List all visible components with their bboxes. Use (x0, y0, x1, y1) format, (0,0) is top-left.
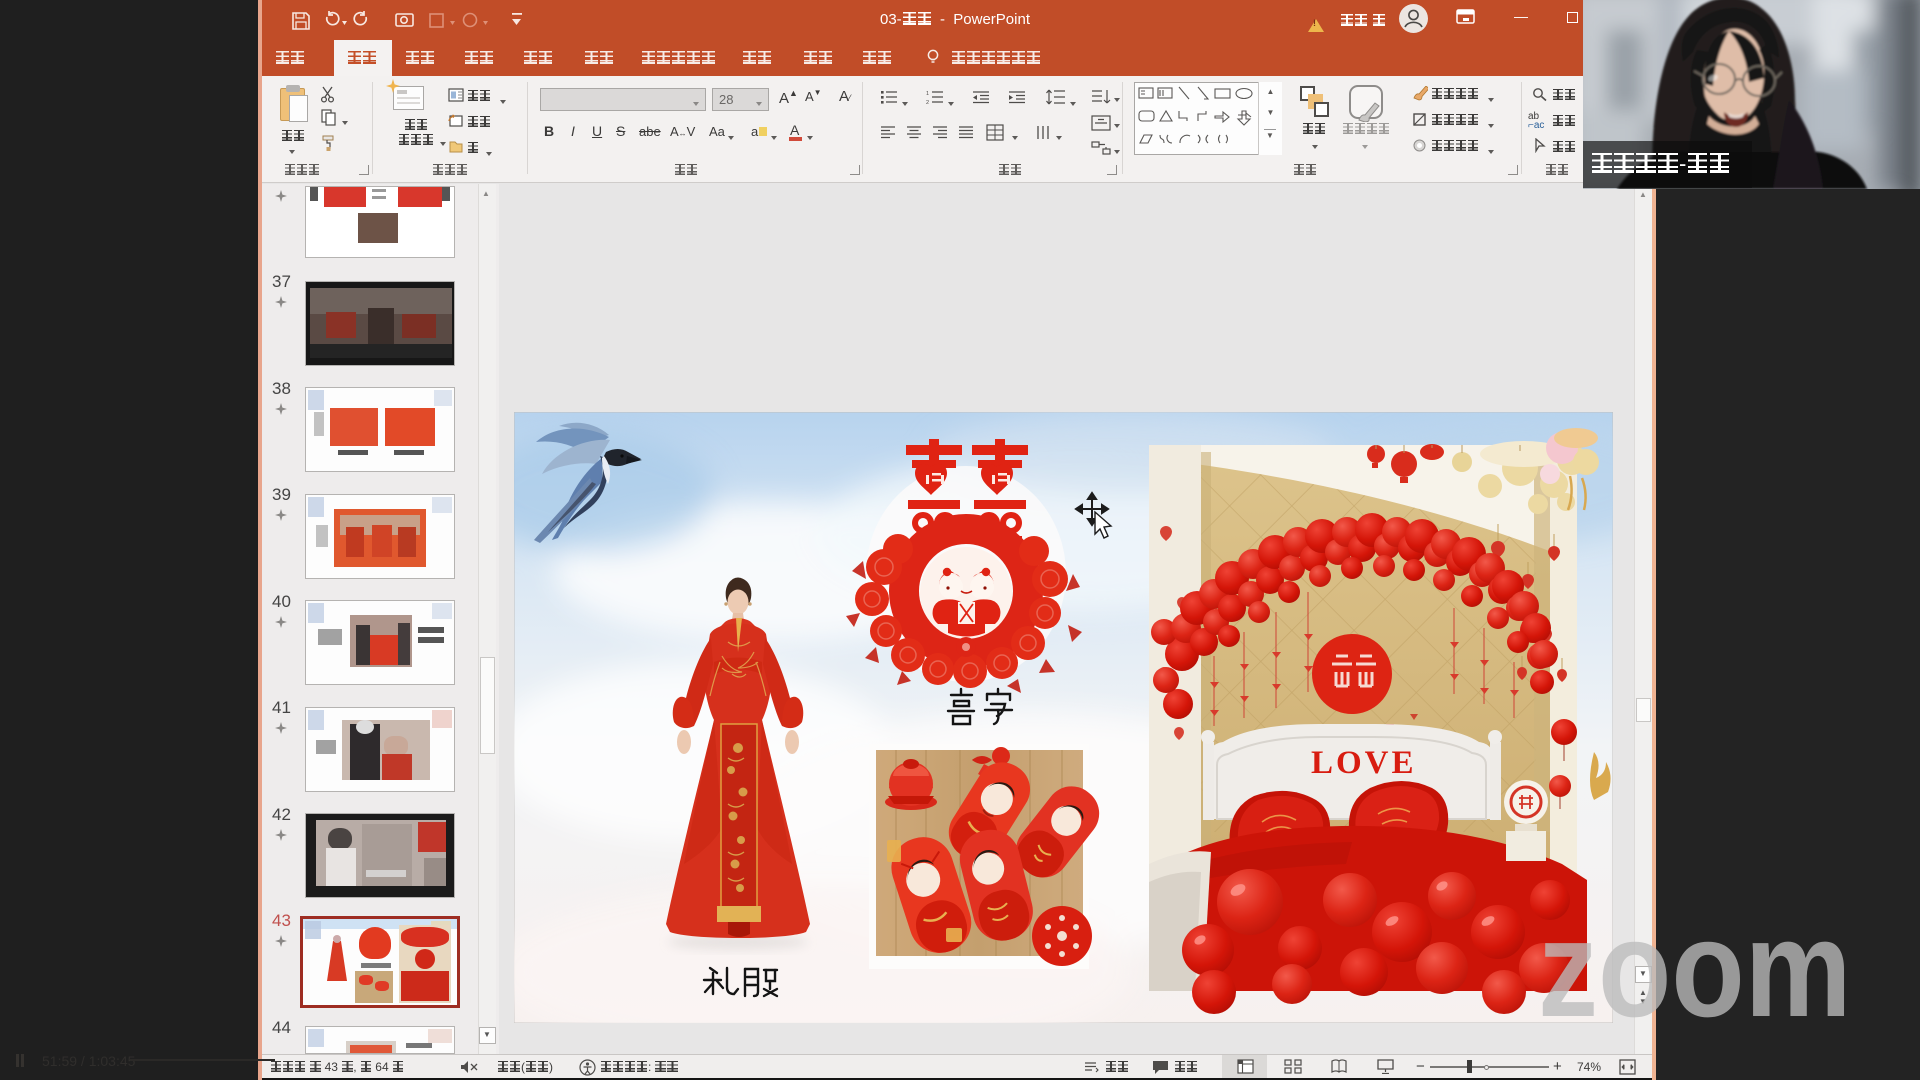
svg-text:2: 2 (926, 100, 929, 105)
svg-text:LOVE: LOVE (1311, 745, 1417, 781)
svg-text:1: 1 (926, 91, 929, 97)
